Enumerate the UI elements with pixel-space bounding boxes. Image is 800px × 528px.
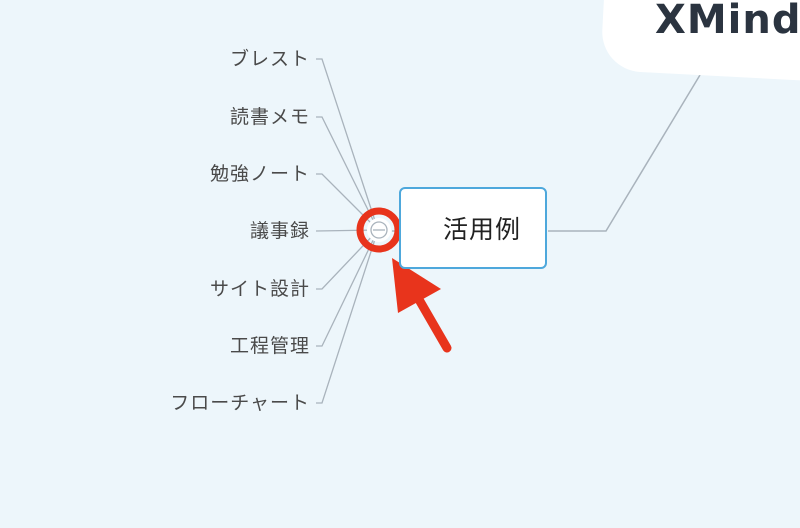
root-connector bbox=[548, 74, 701, 232]
branch-topic-study-notes[interactable]: 勉強ノート bbox=[210, 162, 310, 186]
root-topic-title[interactable]: XMind bbox=[655, 0, 800, 44]
main-topic[interactable]: 活用例 bbox=[399, 187, 547, 269]
branch-topic-flowchart[interactable]: フローチャート bbox=[170, 391, 310, 415]
branch-topic-site-design[interactable]: サイト設計 bbox=[210, 277, 310, 301]
branch-topic-brainstorm[interactable]: ブレスト bbox=[230, 47, 310, 71]
connector-branch-7 bbox=[316, 229, 379, 404]
red-arrow-icon bbox=[392, 258, 452, 353]
branch-topic-minutes[interactable]: 議事録 bbox=[250, 219, 310, 243]
connector-branch-1 bbox=[316, 58, 379, 231]
main-topic-label: 活用例 bbox=[442, 215, 521, 244]
branch-topic-reading-notes[interactable]: 読書メモ bbox=[230, 105, 310, 129]
branch-topic-process-management[interactable]: 工程管理 bbox=[230, 334, 310, 358]
